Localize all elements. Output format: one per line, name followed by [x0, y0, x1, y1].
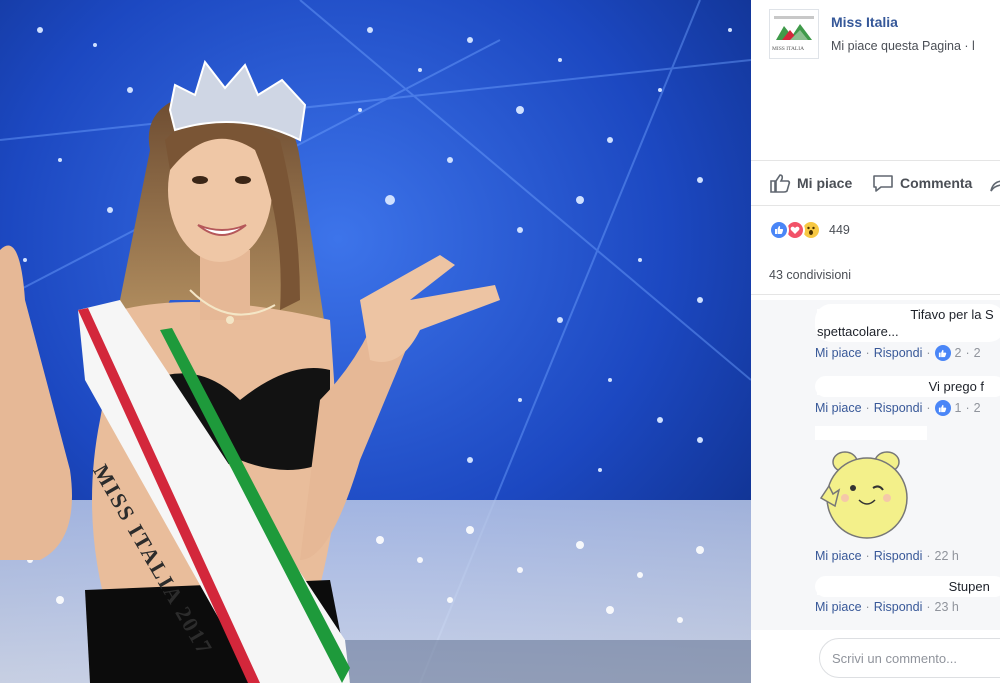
comment-meta: Mi piace · Rispondi · 23 h — [815, 600, 959, 614]
reaction-count: 449 — [829, 223, 850, 237]
comment-reply-link[interactable]: Rispondi — [874, 401, 923, 415]
comment-bubble: Stupen — [815, 576, 1000, 597]
comment-input[interactable]: Scrivi un commento... — [819, 638, 1000, 678]
comment-time[interactable]: 22 h — [935, 549, 959, 563]
post-photo[interactable]: MISS ITALIA 2017 — [0, 0, 751, 683]
bunny-sticker-icon[interactable] — [815, 446, 915, 546]
miss-italia-photo — [0, 0, 751, 683]
comment-item: Vi prego f Mi piace · Rispondi · 1 · 2 — [815, 376, 1000, 416]
comment-meta: Mi piace · Rispondi · 1 · 2 — [815, 400, 981, 416]
logo-text: MISS ITALIA — [772, 46, 805, 52]
commenter-name[interactable] — [817, 308, 907, 323]
comment-like-count: 1 — [954, 401, 962, 415]
comment-bubble: Tifavo per la S spettacolare... — [815, 304, 1000, 342]
comment-text-continued: spettacolare... — [817, 324, 899, 339]
comment-like-link[interactable]: Mi piace — [815, 401, 862, 415]
page-name[interactable]: Miss Italia — [831, 14, 898, 30]
thumbs-up-icon — [770, 174, 791, 193]
like-label: Mi piace — [797, 175, 853, 191]
comment-time[interactable]: 23 h — [935, 600, 959, 614]
comment-reply-link[interactable]: Rispondi — [874, 346, 923, 360]
comment-meta: Mi piace · Rispondi · 22 h — [815, 549, 959, 563]
comment-item: Tifavo per la S spettacolare... Mi piace… — [815, 304, 1000, 361]
commenter-name[interactable] — [815, 426, 927, 440]
divider — [751, 294, 1000, 295]
comment-like-link[interactable]: Mi piace — [815, 549, 862, 563]
comment-button[interactable]: Commenta — [872, 173, 972, 193]
comment-like-badge-icon — [934, 345, 951, 361]
like-button[interactable]: Mi piace — [769, 173, 852, 193]
comment-icon — [873, 175, 893, 192]
comment-text: Stupen — [948, 579, 990, 594]
page-follow-line[interactable]: Mi piace questa Pagina · l — [831, 39, 975, 53]
comment-bubble: Vi prego f — [815, 376, 1000, 397]
comment-input-placeholder: Scrivi un commento... — [832, 651, 957, 666]
share-button[interactable] — [989, 173, 1000, 193]
reactions-summary[interactable]: 449 — [769, 218, 850, 242]
comment-like-link[interactable]: Mi piace — [815, 600, 862, 614]
miss-italia-logo[interactable]: MISS ITALIA — [769, 9, 819, 59]
comment-time[interactable]: 2 — [974, 346, 981, 360]
shares-count[interactable]: 43 condivisioni — [769, 268, 851, 282]
share-icon — [990, 180, 1000, 192]
comments-list: Tifavo per la S spettacolare... Mi piace… — [751, 300, 1000, 630]
comment-like-count: 2 — [954, 346, 962, 360]
comment-item: Mi piace · Rispondi · 22 h — [815, 426, 1000, 563]
comment-reply-link[interactable]: Rispondi — [874, 600, 923, 614]
comment-like-link[interactable]: Mi piace — [815, 346, 862, 360]
post-side-panel: MISS ITALIA Miss Italia Mi piace questa … — [751, 0, 1000, 683]
comment-text: Tifavo per la S — [910, 307, 994, 322]
comment-item: Stupen Mi piace · Rispondi · 23 h — [815, 576, 1000, 614]
comment-label: Commenta — [900, 175, 973, 191]
comment-meta: Mi piace · Rispondi · 2 · 2 — [815, 345, 981, 361]
page-header: MISS ITALIA Miss Italia Mi piace questa … — [769, 9, 1000, 61]
comment-like-badge-icon — [934, 400, 951, 416]
comment-text: Vi prego f — [928, 379, 985, 394]
comment-reply-link[interactable]: Rispondi — [874, 549, 923, 563]
commenter-name[interactable] — [817, 580, 945, 595]
post-actions-bar: Mi piace Commenta — [751, 160, 1000, 206]
comment-time[interactable]: 2 — [974, 401, 981, 415]
like-reaction-icon — [769, 220, 789, 240]
commenter-name[interactable] — [817, 380, 925, 395]
